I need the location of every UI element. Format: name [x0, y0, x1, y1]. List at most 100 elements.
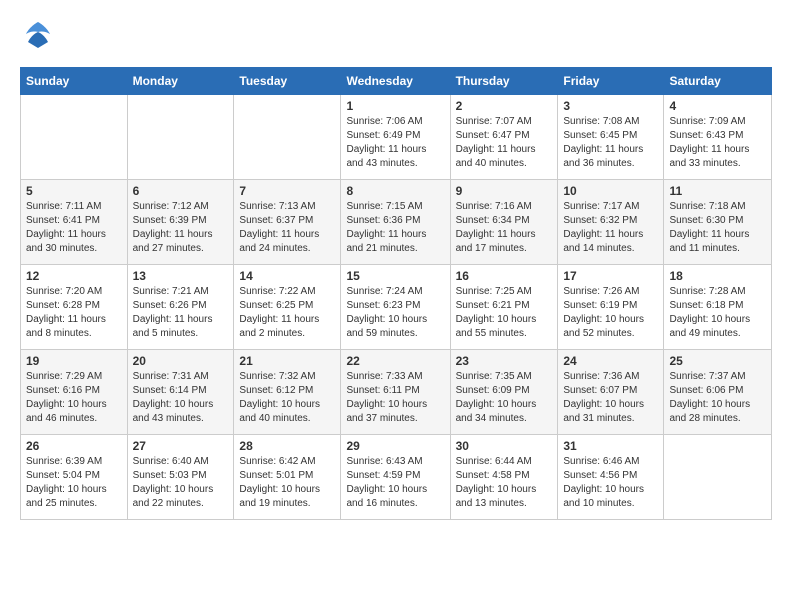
day-number: 30 [456, 439, 553, 453]
day-info: Sunrise: 7:22 AMSunset: 6:25 PMDaylight:… [239, 285, 335, 341]
calendar-cell [664, 435, 772, 520]
calendar-week-4: 19Sunrise: 7:29 AMSunset: 6:16 PMDayligh… [21, 350, 772, 435]
day-info: Sunrise: 7:13 AMSunset: 6:37 PMDaylight:… [239, 200, 335, 256]
day-info: Sunrise: 7:36 AMSunset: 6:07 PMDaylight:… [563, 370, 658, 426]
calendar-cell: 22 Sunrise: 7:33 AMSunset: 6:11 PMDayligh… [341, 350, 450, 435]
day-number: 10 [563, 184, 658, 198]
calendar-cell: 2Sunrise: 7:07 AMSunset: 6:47 PMDaylight… [450, 95, 558, 180]
day-info: Sunrise: 7:17 AMSunset: 6:32 PMDaylight:… [563, 200, 658, 256]
day-number: 11 [669, 184, 766, 198]
calendar-cell: 16 Sunrise: 7:25 AMSunset: 6:21 PMDayligh… [450, 265, 558, 350]
logo-bird-icon [24, 20, 52, 57]
calendar-cell: 31Sunrise: 6:46 AMSunset: 4:56 PMDayligh… [558, 435, 664, 520]
calendar-cell: 4 Sunrise: 7:09 AMSunset: 6:43 PMDaylight… [664, 95, 772, 180]
day-number: 7 [239, 184, 335, 198]
day-number: 9 [456, 184, 553, 198]
day-number: 4 [669, 99, 766, 113]
day-info: Sunrise: 7:33 AMSunset: 6:11 PMDaylight:… [346, 370, 444, 426]
day-info: Sunrise: 7:35 AMSunset: 6:09 PMDaylight:… [456, 370, 553, 426]
calendar-cell: 8Sunrise: 7:15 AMSunset: 6:36 PMDaylight… [341, 180, 450, 265]
calendar-cell [127, 95, 234, 180]
calendar-cell [234, 95, 341, 180]
day-info: Sunrise: 7:31 AMSunset: 6:14 PMDaylight:… [133, 370, 229, 426]
day-info: Sunrise: 7:26 AMSunset: 6:19 PMDaylight:… [563, 285, 658, 341]
weekday-header-thursday: Thursday [450, 68, 558, 95]
day-number: 25 [669, 354, 766, 368]
weekday-header-tuesday: Tuesday [234, 68, 341, 95]
day-info: Sunrise: 7:09 AMSunset: 6:43 PMDaylight:… [669, 115, 766, 171]
weekday-header-sunday: Sunday [21, 68, 128, 95]
day-number: 8 [346, 184, 444, 198]
calendar-cell: 12 Sunrise: 7:20 AMSunset: 6:28 PMDayligh… [21, 265, 128, 350]
calendar-cell: 14 Sunrise: 7:22 AMSunset: 6:25 PMDayligh… [234, 265, 341, 350]
day-info: Sunrise: 7:29 AMSunset: 6:16 PMDaylight:… [26, 370, 122, 426]
calendar-cell: 13 Sunrise: 7:21 AMSunset: 6:26 PMDayligh… [127, 265, 234, 350]
calendar-cell: 9Sunrise: 7:16 AMSunset: 6:34 PMDaylight… [450, 180, 558, 265]
day-info: Sunrise: 7:12 AMSunset: 6:39 PMDaylight:… [133, 200, 229, 256]
calendar-cell: 30 Sunrise: 6:44 AMSunset: 4:58 PMDayligh… [450, 435, 558, 520]
day-number: 27 [133, 439, 229, 453]
weekday-header-friday: Friday [558, 68, 664, 95]
day-info: Sunrise: 7:25 AMSunset: 6:21 PMDaylight:… [456, 285, 553, 341]
calendar-cell: 1 Sunrise: 7:06 AMSunset: 6:49 PMDaylight… [341, 95, 450, 180]
day-number: 12 [26, 269, 122, 283]
calendar-cell: 24 Sunrise: 7:36 AMSunset: 6:07 PMDayligh… [558, 350, 664, 435]
day-number: 6 [133, 184, 229, 198]
day-info: Sunrise: 6:46 AMSunset: 4:56 PMDaylight:… [563, 455, 658, 511]
day-info: Sunrise: 7:32 AMSunset: 6:12 PMDaylight:… [239, 370, 335, 426]
calendar-cell: 23 Sunrise: 7:35 AMSunset: 6:09 PMDayligh… [450, 350, 558, 435]
day-number: 5 [26, 184, 122, 198]
day-number: 1 [346, 99, 444, 113]
day-info: Sunrise: 7:06 AMSunset: 6:49 PMDaylight:… [346, 115, 444, 171]
calendar-cell: 29 Sunrise: 6:43 AMSunset: 4:59 PMDayligh… [341, 435, 450, 520]
day-number: 16 [456, 269, 553, 283]
day-number: 13 [133, 269, 229, 283]
weekday-header-row: SundayMondayTuesdayWednesdayThursdayFrid… [21, 68, 772, 95]
day-number: 23 [456, 354, 553, 368]
day-number: 18 [669, 269, 766, 283]
calendar-cell: 17Sunrise: 7:26 AMSunset: 6:19 PMDayligh… [558, 265, 664, 350]
day-number: 14 [239, 269, 335, 283]
calendar-week-3: 12 Sunrise: 7:20 AMSunset: 6:28 PMDayligh… [21, 265, 772, 350]
calendar-cell: 19Sunrise: 7:29 AMSunset: 6:16 PMDayligh… [21, 350, 128, 435]
day-info: Sunrise: 6:42 AMSunset: 5:01 PMDaylight:… [239, 455, 335, 511]
day-number: 21 [239, 354, 335, 368]
day-number: 22 [346, 354, 444, 368]
day-number: 15 [346, 269, 444, 283]
calendar-cell: 15 Sunrise: 7:24 AMSunset: 6:23 PMDayligh… [341, 265, 450, 350]
weekday-header-wednesday: Wednesday [341, 68, 450, 95]
calendar-cell: 7 Sunrise: 7:13 AMSunset: 6:37 PMDaylight… [234, 180, 341, 265]
day-number: 24 [563, 354, 658, 368]
day-info: Sunrise: 7:20 AMSunset: 6:28 PMDaylight:… [26, 285, 122, 341]
calendar-cell: 6 Sunrise: 7:12 AMSunset: 6:39 PMDaylight… [127, 180, 234, 265]
day-info: Sunrise: 7:21 AMSunset: 6:26 PMDaylight:… [133, 285, 229, 341]
calendar-cell: 3 Sunrise: 7:08 AMSunset: 6:45 PMDaylight… [558, 95, 664, 180]
logo [20, 20, 52, 57]
day-info: Sunrise: 7:08 AMSunset: 6:45 PMDaylight:… [563, 115, 658, 171]
weekday-header-saturday: Saturday [664, 68, 772, 95]
calendar-week-1: 1 Sunrise: 7:06 AMSunset: 6:49 PMDaylight… [21, 95, 772, 180]
day-number: 20 [133, 354, 229, 368]
calendar-cell: 21 Sunrise: 7:32 AMSunset: 6:12 PMDayligh… [234, 350, 341, 435]
day-info: Sunrise: 7:18 AMSunset: 6:30 PMDaylight:… [669, 200, 766, 256]
day-info: Sunrise: 6:40 AMSunset: 5:03 PMDaylight:… [133, 455, 229, 511]
day-info: Sunrise: 7:24 AMSunset: 6:23 PMDaylight:… [346, 285, 444, 341]
day-info: Sunrise: 7:37 AMSunset: 6:06 PMDaylight:… [669, 370, 766, 426]
day-info: Sunrise: 7:28 AMSunset: 6:18 PMDaylight:… [669, 285, 766, 341]
calendar-cell: 18 Sunrise: 7:28 AMSunset: 6:18 PMDayligh… [664, 265, 772, 350]
day-number: 26 [26, 439, 122, 453]
day-info: Sunrise: 6:43 AMSunset: 4:59 PMDaylight:… [346, 455, 444, 511]
day-number: 29 [346, 439, 444, 453]
calendar-cell: 26 Sunrise: 6:39 AMSunset: 5:04 PMDayligh… [21, 435, 128, 520]
header-section [20, 20, 772, 57]
calendar-cell: 11 Sunrise: 7:18 AMSunset: 6:30 PMDayligh… [664, 180, 772, 265]
calendar-week-5: 26 Sunrise: 6:39 AMSunset: 5:04 PMDayligh… [21, 435, 772, 520]
calendar-cell: 28Sunrise: 6:42 AMSunset: 5:01 PMDayligh… [234, 435, 341, 520]
calendar-week-2: 5Sunrise: 7:11 AMSunset: 6:41 PMDaylight… [21, 180, 772, 265]
calendar-cell: 25 Sunrise: 7:37 AMSunset: 6:06 PMDayligh… [664, 350, 772, 435]
calendar-cell: 20 Sunrise: 7:31 AMSunset: 6:14 PMDayligh… [127, 350, 234, 435]
day-info: Sunrise: 6:44 AMSunset: 4:58 PMDaylight:… [456, 455, 553, 511]
calendar-cell: 27 Sunrise: 6:40 AMSunset: 5:03 PMDayligh… [127, 435, 234, 520]
day-info: Sunrise: 6:39 AMSunset: 5:04 PMDaylight:… [26, 455, 122, 511]
day-number: 3 [563, 99, 658, 113]
